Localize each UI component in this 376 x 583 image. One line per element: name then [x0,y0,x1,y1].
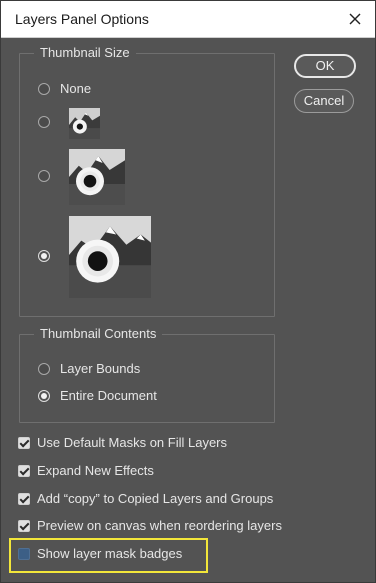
layer-bounds-option[interactable]: Layer Bounds [38,361,140,376]
use-default-masks-option[interactable]: Use Default Masks on Fill Layers [18,435,227,450]
thumb-size-large-radio[interactable] [38,250,50,262]
expand-new-effects-checkbox[interactable] [18,464,30,477]
preview-on-canvas-option[interactable]: Preview on canvas when reordering layers [18,518,282,533]
entire-document-label: Entire Document [60,388,157,403]
expand-new-effects-option[interactable]: Expand New Effects [18,463,154,478]
thumbnail-small-preview [69,108,100,139]
show-layer-mask-badges-checkbox[interactable] [18,547,30,560]
thumb-size-none-label: None [60,81,92,96]
thumb-size-medium-option[interactable] [38,170,50,182]
thumb-size-large-option[interactable] [38,250,50,262]
preview-on-canvas-checkbox[interactable] [18,519,30,532]
layer-bounds-radio[interactable] [38,362,50,375]
entire-document-option[interactable]: Entire Document [38,388,157,403]
thumb-size-small-radio[interactable] [38,116,50,128]
thumbnail-size-group: Thumbnail Size None [19,45,275,317]
show-layer-mask-badges-option[interactable]: Show layer mask badges [18,546,182,561]
thumbnail-medium-preview [69,149,125,205]
use-default-masks-label: Use Default Masks on Fill Layers [37,435,228,450]
thumb-size-none-option[interactable]: None [38,81,91,96]
cancel-button[interactable]: Cancel [294,89,354,113]
ok-button[interactable]: OK [294,54,356,78]
dialog-title: Layers Panel Options [15,11,149,27]
add-copy-checkbox[interactable] [18,492,30,505]
expand-new-effects-label: Expand New Effects [37,463,154,478]
preview-on-canvas-label: Preview on canvas when reordering layers [37,518,282,533]
thumb-size-small-option[interactable] [38,116,50,128]
thumbnail-contents-group: Thumbnail Contents Layer Bounds Entire D… [19,326,275,423]
entire-document-radio[interactable] [38,389,50,402]
close-icon[interactable] [345,9,365,29]
use-default-masks-checkbox[interactable] [18,436,30,449]
thumbnail-contents-legend: Thumbnail Contents [34,326,163,341]
thumb-size-none-radio[interactable] [38,82,50,95]
layer-bounds-label: Layer Bounds [60,361,141,376]
thumb-size-medium-radio[interactable] [38,170,50,182]
add-copy-label: Add “copy” to Copied Layers and Groups [37,491,274,506]
thumbnail-size-legend: Thumbnail Size [34,45,136,60]
layers-panel-options-dialog: Layers Panel Options Thumbnail Size None [0,0,376,583]
show-layer-mask-badges-label: Show layer mask badges [37,546,183,561]
title-bar: Layers Panel Options [1,1,375,38]
add-copy-option[interactable]: Add “copy” to Copied Layers and Groups [18,491,273,506]
thumbnail-large-preview [69,216,151,298]
